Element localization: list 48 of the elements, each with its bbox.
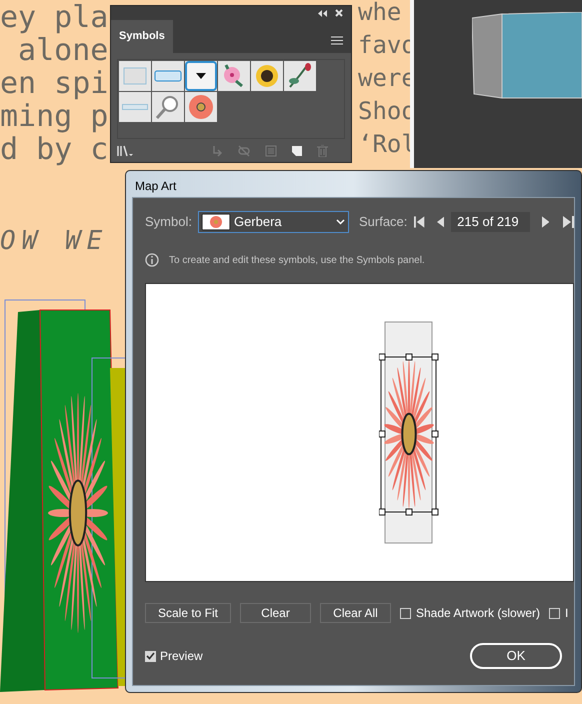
background-headline: OW WE <box>0 225 108 258</box>
info-icon <box>145 253 159 267</box>
dialog-button[interactable]: Clear All <box>320 603 391 623</box>
symbol-swatch[interactable] <box>119 60 151 90</box>
preview-checkbox[interactable]: Preview <box>145 647 203 665</box>
window-title: Map Art <box>134 178 178 195</box>
background-text: ming p <box>0 100 108 133</box>
checkbox[interactable] <box>145 650 156 662</box>
surface-field[interactable]: 215 of 219 <box>451 212 530 232</box>
info-text: To create and edit these symbols, use the Symbols panel. <box>169 254 425 268</box>
libraries-icon[interactable] <box>117 144 133 156</box>
check-icon <box>146 652 155 660</box>
symbol-swatch[interactable] <box>251 60 283 90</box>
background-text: en spi <box>0 67 108 100</box>
background-text: whe <box>358 0 402 28</box>
background-text: ey pla <box>0 1 108 34</box>
collapse-icon[interactable] <box>318 10 327 16</box>
symbols-tab[interactable]: Symbols <box>111 20 173 52</box>
checkbox[interactable] <box>549 608 560 618</box>
last-icon[interactable] <box>563 216 574 228</box>
chevron-down-icon <box>336 219 345 225</box>
dialog-button[interactable]: Scale to Fit <box>145 603 231 623</box>
previous-icon[interactable] <box>436 216 444 228</box>
menu-icon[interactable] <box>331 36 343 44</box>
symbol-dropdown[interactable]: Gerbera <box>198 211 349 233</box>
background-text: d by c <box>0 133 108 166</box>
symbol-label: Symbol: <box>145 213 192 232</box>
option-checkbox[interactable]: I <box>549 604 568 622</box>
checkbox[interactable] <box>400 608 411 618</box>
symbol-swatch[interactable] <box>119 92 151 122</box>
surface-label: Surface: <box>358 213 408 232</box>
gerbera-icon <box>202 214 230 230</box>
next-icon[interactable] <box>542 216 550 228</box>
symbol-swatch[interactable] <box>152 92 184 122</box>
dialog-button[interactable]: Clear <box>240 603 311 623</box>
new-symbol-icon[interactable] <box>291 144 303 156</box>
symbol-swatch[interactable] <box>152 60 184 90</box>
symbol-swatch[interactable] <box>218 60 250 90</box>
first-icon[interactable] <box>414 216 425 228</box>
option-checkbox[interactable]: Shade Artwork (slower) <box>400 604 540 622</box>
close-icon[interactable] <box>335 9 343 17</box>
ok-button[interactable]: OK <box>470 643 562 669</box>
symbol-swatch[interactable] <box>185 60 217 90</box>
symbol-swatch[interactable] <box>284 60 316 90</box>
dropdown-icon <box>185 60 217 90</box>
symbol-swatch[interactable] <box>185 92 217 122</box>
background-text: alone <box>18 34 108 67</box>
background-text: ‘Rol <box>358 129 416 160</box>
